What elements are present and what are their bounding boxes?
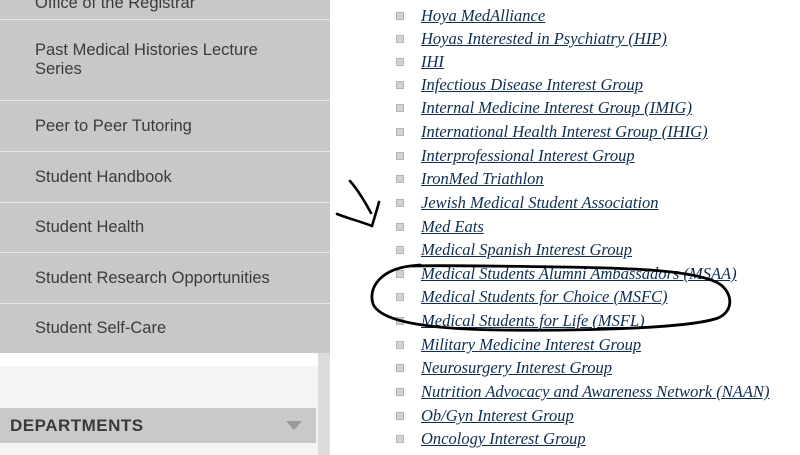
group-link[interactable]: Medical Spanish Interest Group	[421, 240, 632, 260]
list-item: Interprofessional Interest Group	[330, 143, 800, 166]
list-item: Medical Students Alumni Ambassadors (MSA…	[330, 261, 800, 284]
sidebar-item-label: Peer to Peer Tutoring	[35, 116, 192, 135]
student-groups-list: Hoya MedAlliance Hoyas Interested in Psy…	[330, 0, 800, 455]
departments-label: DEPARTMENTS	[10, 415, 144, 435]
square-bullet-icon	[396, 199, 404, 207]
departments-panel: DEPARTMENTS	[0, 366, 318, 455]
group-link[interactable]: Hoya MedAlliance	[421, 6, 545, 26]
square-bullet-icon	[396, 128, 404, 136]
list-item: Nutrition Advocacy and Awareness Network…	[330, 379, 800, 402]
group-link[interactable]: Medical Students Alumni Ambassadors (MSA…	[421, 264, 737, 284]
list-item: Neurosurgery Interest Group	[330, 355, 800, 378]
list-item: Medical Spanish Interest Group	[330, 237, 800, 260]
sidebar-nav: Office of the Registrar Past Medical His…	[0, 0, 330, 353]
group-link[interactable]: IHI	[421, 52, 444, 72]
group-link[interactable]: Med Eats	[421, 217, 484, 237]
group-link[interactable]: Oncology Interest Group	[421, 429, 586, 449]
square-bullet-icon	[396, 175, 404, 183]
list-item: Internal Medicine Interest Group (IMIG)	[330, 95, 800, 118]
list-item: Medical Students for Life (MSFL)	[330, 308, 800, 331]
sidebar-item-student-research-opportunities[interactable]: Student Research Opportunities	[0, 253, 330, 304]
sidebar-item-student-self-care[interactable]: Student Self-Care	[0, 304, 330, 353]
group-link[interactable]: Medical Students for Life (MSFL)	[421, 311, 645, 331]
sidebar-item-label: Student Research Opportunities	[35, 268, 270, 287]
sidebar-item-label: Student Self-Care	[35, 319, 167, 337]
list-item: Med Eats	[330, 214, 800, 237]
group-link[interactable]: Ob/Gyn Interest Group	[421, 406, 574, 426]
square-bullet-icon	[396, 317, 404, 325]
sidebar-divider	[318, 353, 330, 455]
sidebar-item-label: Student Handbook	[35, 167, 172, 186]
list-item: Jewish Medical Student Association	[330, 190, 800, 213]
square-bullet-icon	[396, 152, 404, 160]
group-link[interactable]: Internal Medicine Interest Group (IMIG)	[421, 98, 692, 118]
square-bullet-icon	[396, 104, 404, 112]
list-item: IHI	[330, 49, 800, 72]
square-bullet-icon	[396, 388, 404, 396]
square-bullet-icon	[396, 81, 404, 89]
square-bullet-icon	[396, 412, 404, 420]
square-bullet-icon	[396, 35, 404, 43]
list-item: Hoyas Interested in Psychiatry (HIP)	[330, 26, 800, 49]
square-bullet-icon	[396, 435, 404, 443]
group-link[interactable]: Interprofessional Interest Group	[421, 146, 635, 166]
group-link[interactable]: Hoyas Interested in Psychiatry (HIP)	[421, 29, 667, 49]
departments-toggle[interactable]: DEPARTMENTS	[0, 408, 316, 443]
sidebar-item-past-medical-histories[interactable]: Past Medical Histories Lecture Series	[0, 20, 330, 101]
list-item: Ob/Gyn Interest Group	[330, 403, 800, 426]
group-link[interactable]: Medical Students for Choice (MSFC)	[421, 287, 668, 307]
list-item: Hoya MedAlliance	[330, 3, 800, 26]
group-link[interactable]: Military Medicine Interest Group	[421, 335, 641, 355]
square-bullet-icon	[396, 223, 404, 231]
sidebar-item-label: Student Health	[35, 218, 145, 236]
square-bullet-icon	[396, 270, 404, 278]
square-bullet-icon	[396, 58, 404, 66]
sidebar-item-student-health[interactable]: Student Health	[0, 203, 330, 253]
list-item: Military Medicine Interest Group	[330, 332, 800, 355]
group-link[interactable]: Infectious Disease Interest Group	[421, 75, 643, 95]
caret-down-icon	[286, 421, 302, 430]
group-link[interactable]: Nutrition Advocacy and Awareness Network…	[421, 382, 769, 402]
group-link[interactable]: International Health Interest Group (IHI…	[421, 122, 708, 142]
square-bullet-icon	[396, 246, 404, 254]
group-link[interactable]: Neurosurgery Interest Group	[421, 358, 612, 378]
group-link[interactable]: Jewish Medical Student Association	[421, 193, 659, 213]
sidebar-item-label: Past Medical Histories Lecture Series	[35, 41, 258, 78]
list-item: IronMed Triathlon	[330, 166, 800, 189]
sidebar-item-peer-to-peer-tutoring[interactable]: Peer to Peer Tutoring	[0, 101, 330, 152]
list-item: Infectious Disease Interest Group	[330, 72, 800, 95]
sidebar-item-office-of-the-registrar[interactable]: Office of the Registrar	[0, 0, 330, 20]
square-bullet-icon	[396, 341, 404, 349]
list-item: Oncology Interest Group	[330, 426, 800, 449]
list-item: Medical Students for Choice (MSFC)	[330, 284, 800, 307]
sidebar-item-student-handbook[interactable]: Student Handbook	[0, 152, 330, 203]
square-bullet-icon	[396, 293, 404, 301]
group-link[interactable]: IronMed Triathlon	[421, 169, 544, 189]
list-item: International Health Interest Group (IHI…	[330, 119, 800, 142]
square-bullet-icon	[396, 12, 404, 20]
sidebar-item-label: Office of the Registrar	[35, 0, 196, 12]
square-bullet-icon	[396, 364, 404, 372]
